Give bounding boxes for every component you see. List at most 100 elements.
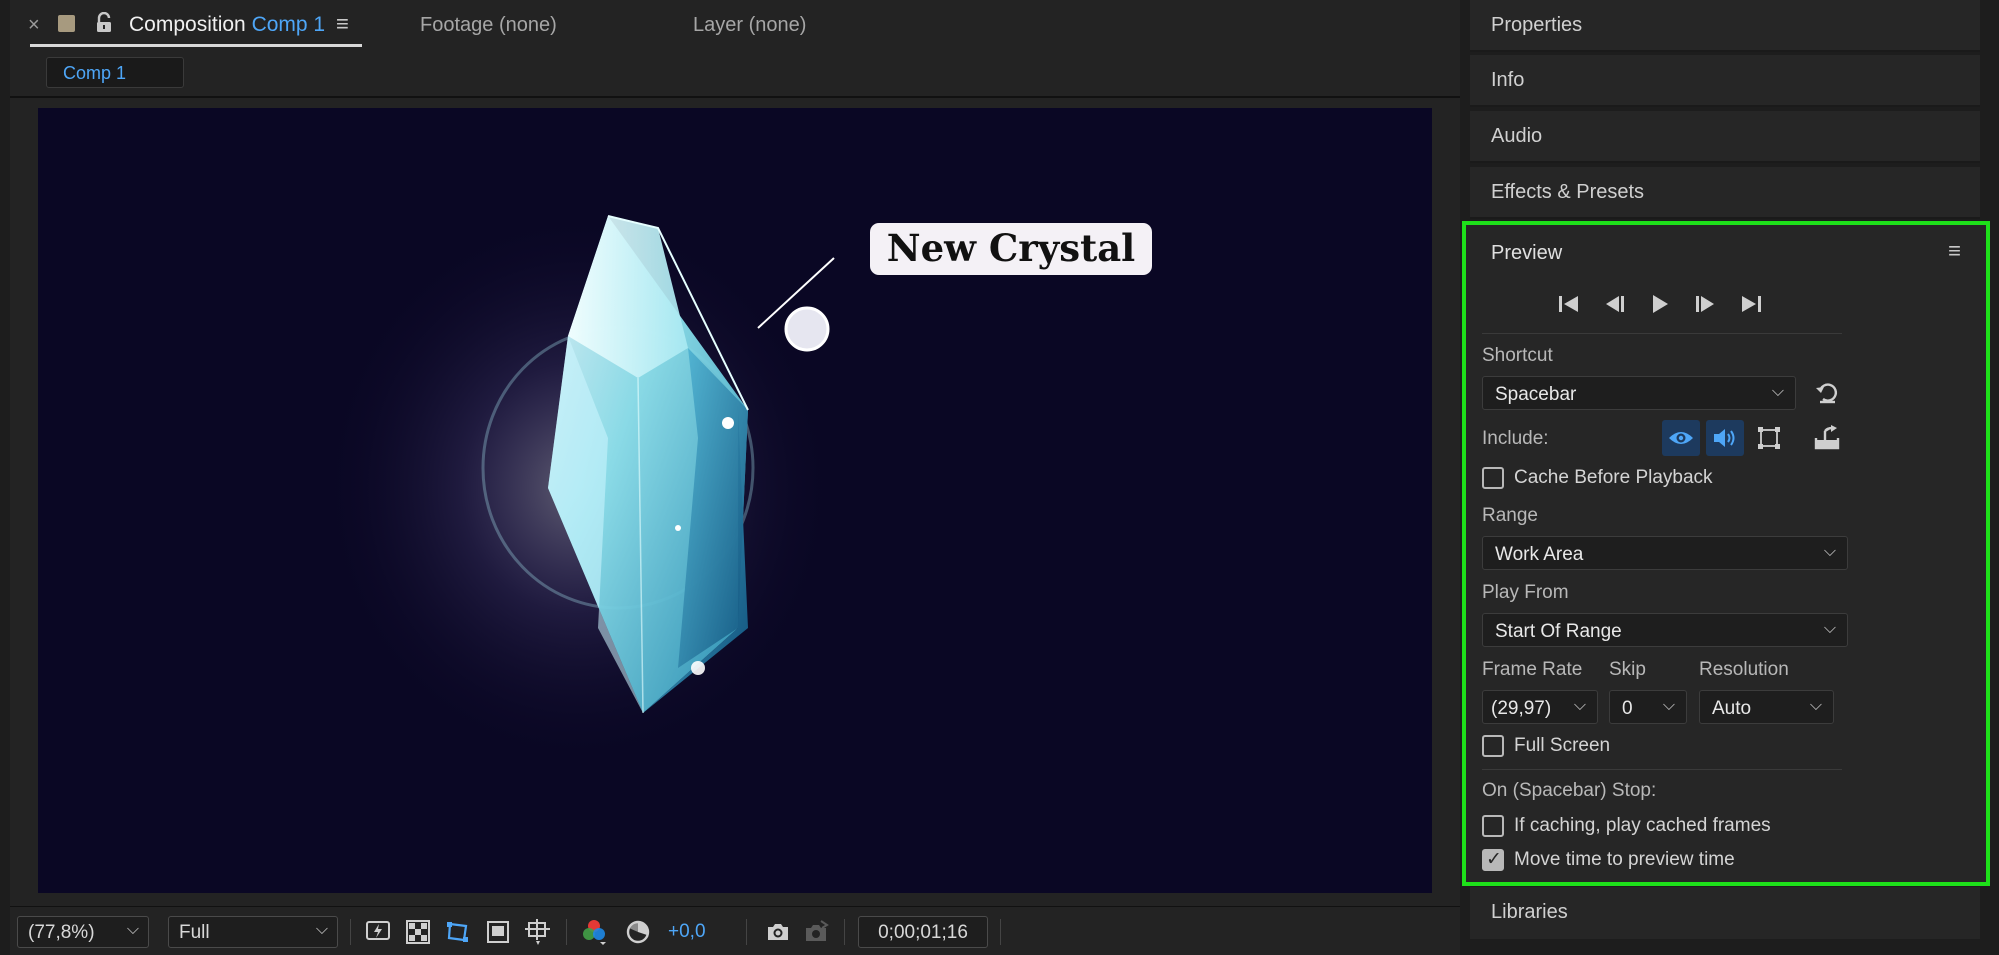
active-tab-underline <box>30 44 362 47</box>
include-overlays-icon[interactable] <box>1750 420 1788 456</box>
chevron-down-icon: ⌵ <box>1771 383 1784 400</box>
resolution-dropdown[interactable]: Auto ⌵ <box>1699 690 1834 724</box>
audio-panel-header[interactable]: Audio <box>1470 111 1980 163</box>
properties-label: Properties <box>1491 14 1583 36</box>
transparency-grid-icon[interactable] <box>402 916 434 948</box>
effects-presets-label: Effects & Presets <box>1491 181 1645 203</box>
checkbox-checked-icon[interactable] <box>1482 848 1504 871</box>
label-color-swatch[interactable] <box>58 15 75 32</box>
properties-panel-header[interactable]: Properties <box>1470 0 1980 52</box>
magnification-value: (77,8%) <box>28 922 95 943</box>
full-screen-checkbox[interactable]: Full Screen <box>1482 733 1842 759</box>
chevron-down-icon: ⌵ <box>126 921 139 938</box>
composition-viewer[interactable]: New Crystal <box>38 108 1432 893</box>
first-frame-icon[interactable] <box>1552 289 1586 319</box>
move-time-checkbox[interactable]: Move time to preview time <box>1482 847 1882 873</box>
comp-navigator-tab[interactable]: Comp 1 <box>46 57 184 88</box>
play-from-value: Start Of Range <box>1495 621 1622 642</box>
comp-navigator-label: Comp 1 <box>63 63 127 83</box>
magnification-dropdown[interactable]: (77,8%) ⌵ <box>17 916 149 948</box>
cache-before-playback-checkbox[interactable]: Cache Before Playback <box>1482 465 1842 491</box>
toolbar-separator <box>746 919 747 945</box>
if-caching-label: If caching, play cached frames <box>1514 815 1771 836</box>
range-dropdown[interactable]: Work Area ⌵ <box>1482 536 1848 570</box>
panel-menu-icon[interactable]: ≡ <box>1948 238 1961 264</box>
play-from-dropdown[interactable]: Start Of Range ⌵ <box>1482 613 1848 647</box>
composition-tab-comp-name: Comp 1 <box>251 13 326 36</box>
last-frame-icon[interactable] <box>1734 289 1768 319</box>
divider <box>1482 333 1842 334</box>
chevron-down-icon: ⌵ <box>1573 697 1586 714</box>
include-label: Include: <box>1482 428 1549 449</box>
play-icon[interactable] <box>1643 289 1677 319</box>
toolbar-separator <box>350 919 351 945</box>
divider <box>1482 769 1842 770</box>
toolbar-separator <box>844 919 845 945</box>
shortcut-label: Shortcut <box>1482 345 1553 366</box>
audio-label: Audio <box>1491 125 1543 147</box>
chevron-down-icon: ⌵ <box>1823 543 1836 560</box>
info-label: Info <box>1491 69 1525 91</box>
tab-footage[interactable]: Footage (none) <box>420 14 557 37</box>
info-panel-header[interactable]: Info <box>1470 55 1980 107</box>
chevron-down-icon: ⌵ <box>1809 697 1822 714</box>
composition-tab-bar: × Composition Comp 1 ≡ Footage (none) La… <box>10 0 1460 50</box>
toolbar-separator <box>1000 919 1001 945</box>
current-time-display[interactable]: 0;00;01;16 <box>858 916 988 948</box>
color-channels-icon[interactable] <box>578 916 610 948</box>
include-audio-speaker-icon[interactable] <box>1706 420 1744 456</box>
preview-panel-title: Preview <box>1491 242 1563 264</box>
lock-icon[interactable] <box>94 11 114 34</box>
resolution-value: Full <box>179 922 210 943</box>
shortcut-dropdown[interactable]: Spacebar ⌵ <box>1482 376 1796 410</box>
cache-before-playback-label: Cache Before Playback <box>1514 467 1713 488</box>
snapshot-icon[interactable] <box>762 916 794 948</box>
full-screen-label: Full Screen <box>1514 735 1611 756</box>
if-caching-checkbox[interactable]: If caching, play cached frames <box>1482 813 1882 839</box>
range-value: Work Area <box>1495 544 1584 565</box>
close-tab-icon[interactable]: × <box>28 14 40 37</box>
skip-label: Skip <box>1609 659 1646 680</box>
reset-exposure-icon[interactable] <box>622 916 654 948</box>
composition-tab-title[interactable]: Composition Comp 1 <box>129 13 325 37</box>
playback-controls <box>1552 289 1812 319</box>
callout-label-text: New Crystal <box>887 226 1136 270</box>
tab-layer[interactable]: Layer (none) <box>693 14 806 37</box>
libraries-label: Libraries <box>1491 901 1568 923</box>
preview-resolution-value: Auto <box>1712 698 1752 719</box>
libraries-panel-header[interactable]: Libraries <box>1470 887 1980 939</box>
frame-rate-dropdown[interactable]: (29,97) ⌵ <box>1482 690 1598 724</box>
viewer-toolbar: (77,8%) ⌵ Full ⌵ +0,0 0;00;01;16 <box>10 906 1460 955</box>
effects-presets-panel-header[interactable]: Effects & Presets <box>1470 167 1980 219</box>
checkbox-box[interactable] <box>1482 467 1504 489</box>
checkbox-box[interactable] <box>1482 815 1504 837</box>
skip-value: 0 <box>1622 698 1633 719</box>
mask-path-icon[interactable] <box>442 916 474 948</box>
on-stop-label: On (Spacebar) Stop: <box>1482 780 1657 801</box>
next-frame-icon[interactable] <box>1688 289 1722 319</box>
export-output-icon[interactable] <box>1808 420 1846 456</box>
preview-panel: Preview ≡ Shortcut Spacebar ⌵ Include: C… <box>1462 221 1990 886</box>
skip-dropdown[interactable]: 0 ⌵ <box>1609 690 1687 724</box>
callout-anchor-point[interactable] <box>784 306 830 352</box>
include-video-eye-icon[interactable] <box>1662 420 1700 456</box>
composition-tab-prefix: Composition <box>129 13 246 36</box>
panel-menu-icon[interactable]: ≡ <box>336 11 349 37</box>
viewer-area: New Crystal <box>10 98 1460 906</box>
show-snapshot-icon[interactable] <box>800 916 832 948</box>
chevron-down-icon: ⌵ <box>1662 697 1675 714</box>
exposure-value[interactable]: +0,0 <box>668 921 706 943</box>
play-from-label: Play From <box>1482 582 1569 603</box>
move-time-label: Move time to preview time <box>1514 849 1735 870</box>
frame-rate-label: Frame Rate <box>1482 659 1583 680</box>
guides-icon[interactable] <box>522 916 554 948</box>
checkbox-box[interactable] <box>1482 735 1504 757</box>
shortcut-value: Spacebar <box>1495 384 1577 405</box>
composition-panel: × Composition Comp 1 ≡ Footage (none) La… <box>10 0 1460 955</box>
reset-shortcut-icon[interactable] <box>1808 375 1846 411</box>
resolution-dropdown[interactable]: Full ⌵ <box>168 916 338 948</box>
chevron-down-icon: ⌵ <box>1823 620 1836 637</box>
fast-preview-icon[interactable] <box>362 916 394 948</box>
previous-frame-icon[interactable] <box>1598 289 1632 319</box>
region-of-interest-icon[interactable] <box>482 916 514 948</box>
